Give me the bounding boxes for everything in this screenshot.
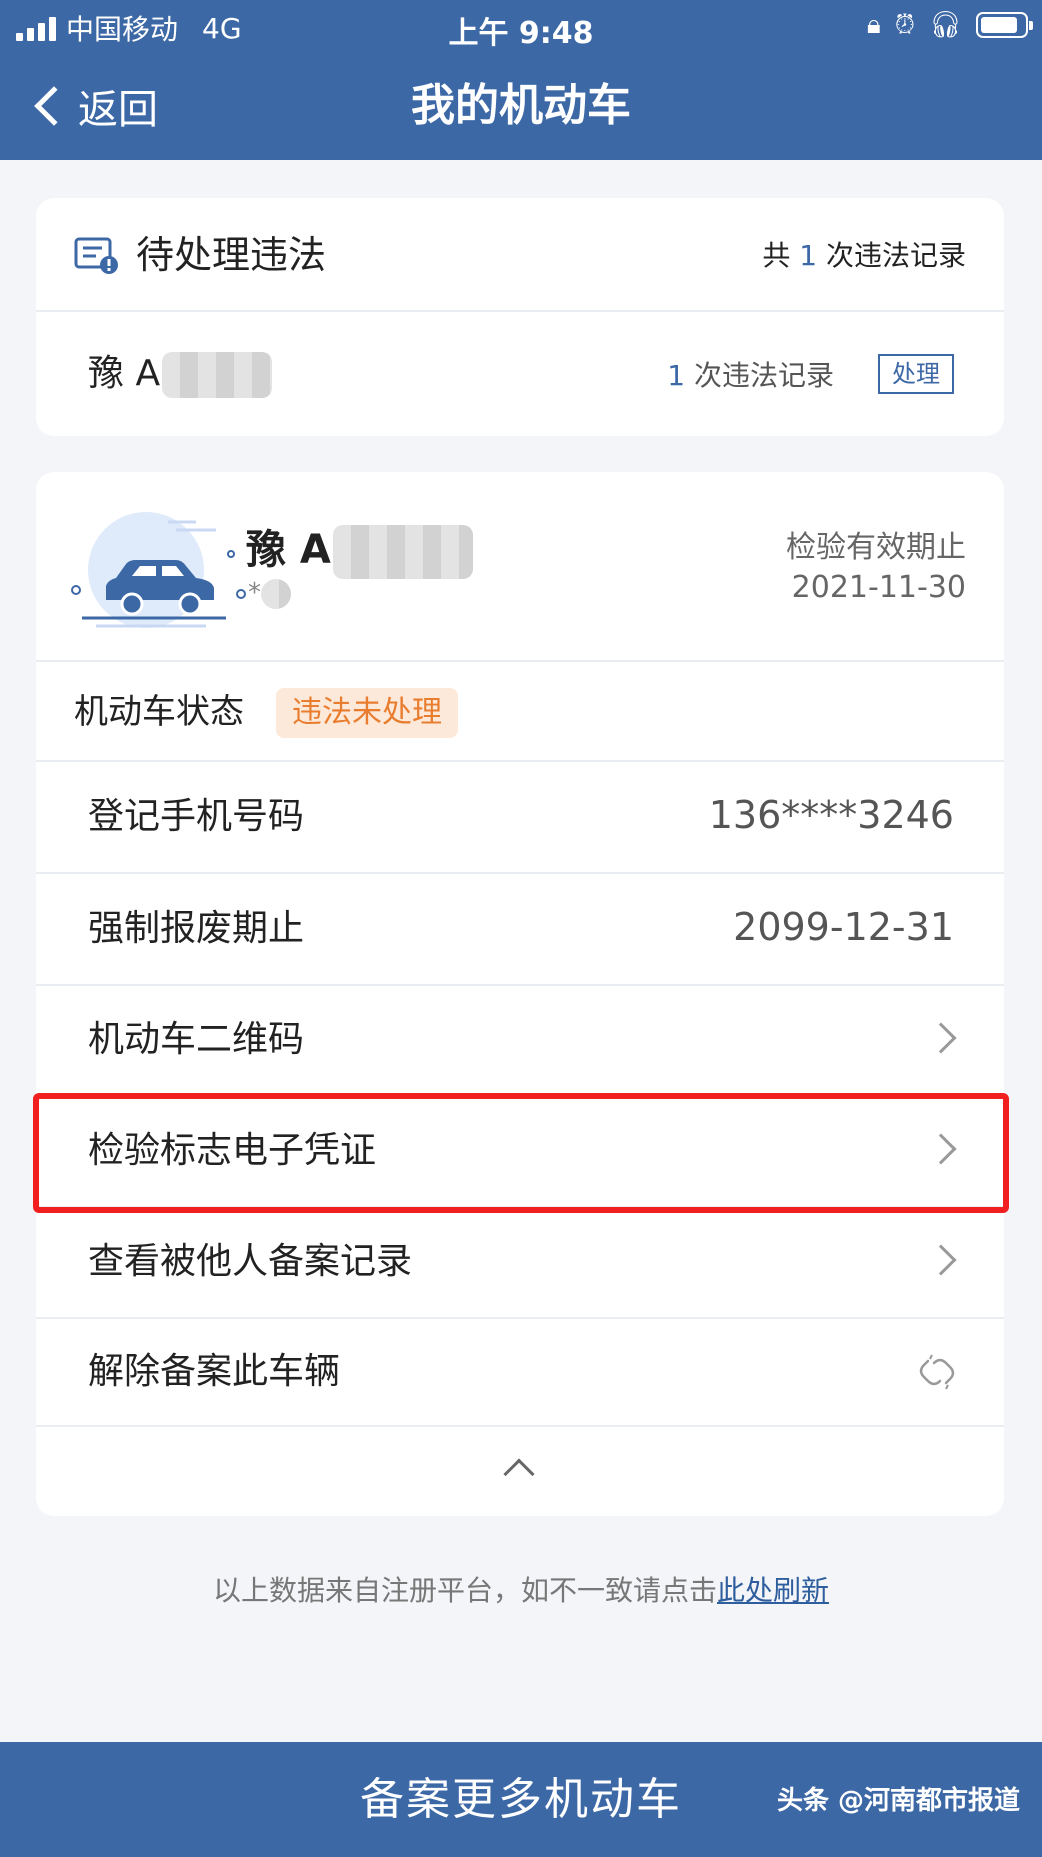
rotation-lock-icon: 🔒︎ — [866, 10, 881, 40]
chevron-right-icon — [925, 1022, 957, 1054]
violations-header: 待处理违法 共 1 次违法记录 — [36, 198, 1004, 312]
violation-count: 1 次违法记录 — [667, 356, 834, 396]
plate-prefix: 豫 A — [88, 353, 161, 394]
status-badge: 违法未处理 — [276, 688, 458, 738]
row-value: 2099-12-31 — [733, 905, 954, 949]
inspection-label: 检验有效期止 — [786, 530, 966, 565]
row-label: 检验标志电子凭证 — [88, 1130, 377, 1171]
row-label: 机动车二维码 — [88, 1019, 305, 1060]
total-count: 1 — [799, 239, 818, 272]
vehicle-sub-info: * — [248, 578, 291, 609]
vehicle-sub-blur — [261, 578, 291, 609]
row-label: 登记手机号码 — [88, 796, 305, 837]
headphones-icon: 🎧︎ — [928, 10, 962, 40]
pending-violations-card: 待处理违法 共 1 次违法记录 豫 A 1 次违法记录 处理 — [36, 198, 1004, 436]
vehicle-sub-star: * — [248, 578, 261, 608]
row-filing-records[interactable]: 查看被他人备案记录 — [36, 1207, 1004, 1319]
violation-vehicle-row[interactable]: 豫 A 1 次违法记录 处理 — [36, 312, 1004, 436]
note-text: 以上数据来自注册平台，如不一致请点击 — [212, 1574, 717, 1607]
violation-plate: 豫 A — [88, 348, 273, 400]
row-value: 136****3246 — [708, 793, 954, 837]
total-prefix: 共 — [762, 239, 791, 272]
nav-bar: 返回 我的机动车 — [0, 52, 1042, 160]
violation-document-icon — [74, 237, 118, 274]
vehicle-status-row: 机动车状态 违法未处理 — [36, 662, 1004, 762]
row-phone: 登记手机号码 136****3246 — [36, 762, 1004, 874]
chevron-right-icon — [925, 1133, 957, 1165]
violation-count-suffix: 次违法记录 — [693, 359, 834, 392]
row-label: 查看被他人备案记录 — [88, 1241, 413, 1282]
app-header: 中国移动 4G 上午 9:48 🔒︎ ⏰︎ 🎧︎ 返回 我的机动车 — [0, 0, 1042, 160]
chevron-right-icon — [925, 1244, 957, 1276]
vehicle-header: 豫 A * 检验有效期止 2021-11-30 — [36, 472, 1004, 662]
unlink-icon — [919, 1354, 955, 1390]
vehicle-status-label: 机动车状态 — [74, 692, 244, 732]
chevron-up-icon — [503, 1458, 535, 1490]
watermark: 头条 @河南都市报道 — [776, 1786, 1020, 1816]
violation-count-number: 1 — [667, 359, 686, 392]
row-scrap-date: 强制报废期止 2099-12-31 — [36, 874, 1004, 986]
row-unbind-vehicle[interactable]: 解除备案此车辆 — [36, 1317, 1004, 1427]
handle-button[interactable]: 处理 — [878, 354, 954, 394]
inspection-date: 2021-11-30 — [791, 570, 966, 605]
row-vehicle-qrcode[interactable]: 机动车二维码 — [36, 985, 1004, 1097]
vehicle-plate-blur — [332, 525, 473, 579]
car-illustration-icon — [71, 512, 246, 628]
total-suffix: 次违法记录 — [825, 239, 966, 272]
status-bar: 中国移动 4G 上午 9:48 🔒︎ ⏰︎ 🎧︎ — [0, 0, 1042, 52]
data-source-note: 以上数据来自注册平台，如不一致请点击此处刷新 — [0, 1568, 1042, 1614]
plate-blur — [162, 352, 273, 398]
alarm-icon: ⏰︎ — [894, 10, 915, 40]
collapse-button[interactable] — [36, 1427, 1004, 1516]
violations-total: 共 1 次违法记录 — [762, 236, 966, 276]
refresh-link[interactable]: 此处刷新 — [717, 1574, 829, 1607]
row-label: 强制报废期止 — [88, 908, 305, 949]
vehicle-plate-prefix: 豫 A — [246, 527, 331, 573]
vehicle-card: 豫 A * 检验有效期止 2021-11-30 机动车状态 违法未处理 登记手机… — [36, 472, 1004, 1516]
row-label: 解除备案此车辆 — [88, 1351, 341, 1392]
battery-icon — [976, 12, 1033, 38]
page-title: 我的机动车 — [411, 80, 631, 131]
row-inspection-certificate[interactable]: 检验标志电子凭证 — [36, 1096, 1004, 1208]
vehicle-plate: 豫 A — [246, 522, 473, 579]
violations-title: 待处理违法 — [136, 233, 327, 277]
